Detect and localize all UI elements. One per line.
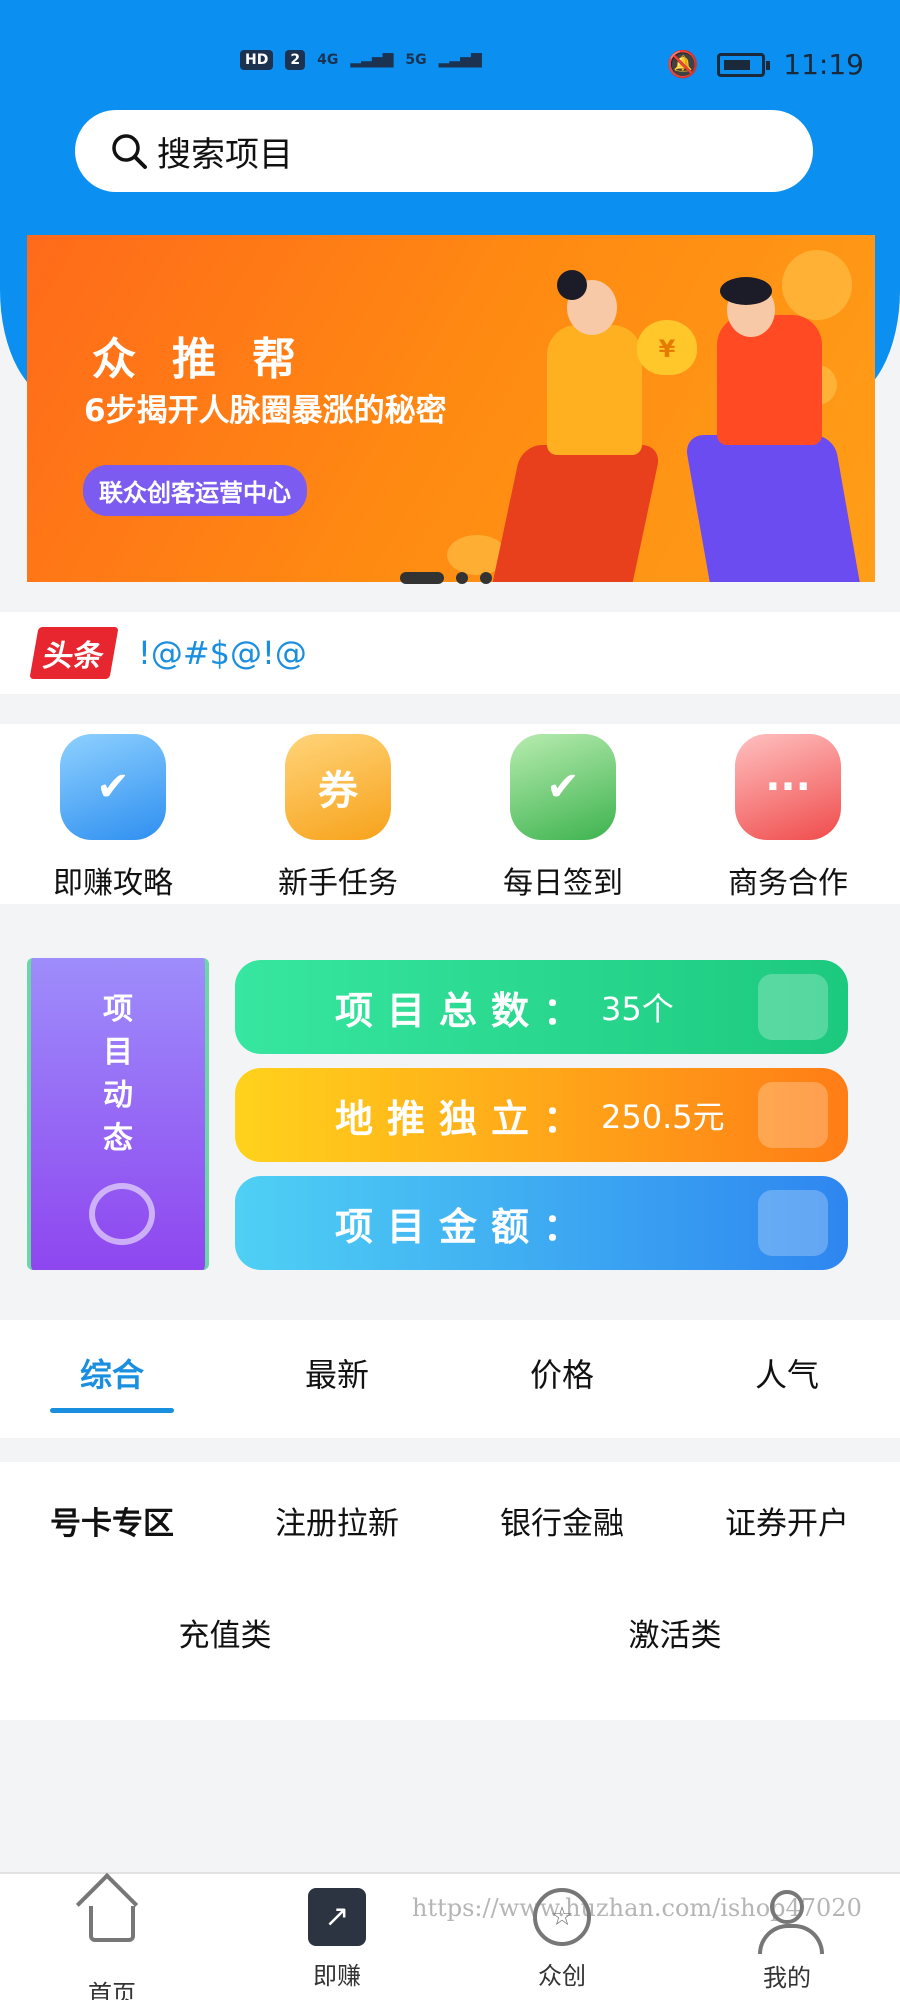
signal-5g-icon: 5G — [405, 52, 427, 68]
headline-tag: 头条 — [29, 627, 119, 679]
home-icon — [83, 1906, 141, 1964]
category-securities[interactable]: 证券开户 — [707, 1498, 867, 1543]
stat-project-amount[interactable]: 项目金额： — [235, 1176, 848, 1270]
project-dynamics-char: 项 — [103, 992, 133, 1027]
category-panel: 号卡专区 注册拉新 银行金融 证券开户 充值类 激活类 — [0, 1462, 900, 1720]
banner-pagination — [400, 572, 492, 584]
banner-title: 众推帮 — [92, 334, 332, 385]
search-icon — [112, 134, 147, 169]
status-right: 🔕 11:19 — [667, 48, 864, 81]
status-left: HD 2 4G ▂▃▅▇ 5G ▂▃▅▇ — [240, 50, 482, 70]
project-dynamics-label: 项目动态 — [31, 988, 205, 1160]
nav-label: 众创 — [538, 1962, 586, 1990]
quick-action-label: 即赚攻略 — [53, 866, 173, 901]
server-icon — [758, 974, 828, 1040]
active-tab-indicator — [50, 1408, 174, 1413]
category-register[interactable]: 注册拉新 — [257, 1498, 417, 1543]
nav-label: 即赚 — [313, 1962, 361, 1990]
stat-value: 35个 — [601, 990, 674, 1028]
figure-illustration — [547, 325, 642, 455]
headline-ticker[interactable]: 头条 !@#$@!@ — [0, 612, 900, 694]
chat-bubble-icon: ··· — [735, 734, 841, 840]
signal-bars-icon-2: ▂▃▅▇ — [438, 52, 482, 68]
dollar-diamond-icon — [758, 1190, 828, 1256]
mute-bell-icon: 🔕 — [666, 49, 700, 80]
sort-tabs: 综合 最新 价格 人气 — [0, 1320, 900, 1438]
project-dynamics-char: 目 — [103, 1035, 133, 1070]
headline-text[interactable]: !@#$@!@ — [138, 634, 307, 672]
figure-illustration — [557, 270, 587, 300]
nav-earn[interactable]: ↗ 即赚 — [277, 1888, 397, 1991]
quick-action-business[interactable]: ··· 商务合作 — [708, 734, 868, 902]
share-icon — [89, 1183, 155, 1245]
banner-badge: 联众创客运营中心 — [83, 465, 307, 516]
promo-banner[interactable]: 众推帮 6步揭开人脉圈暴涨的秘密 联众创客运营中心 ¥ — [27, 235, 875, 582]
stat-label: 地推独立： — [335, 1096, 596, 1141]
tab-comprehensive[interactable]: 综合 — [32, 1350, 192, 1396]
figure-illustration — [720, 277, 772, 305]
project-stats: 项目动态 项目总数： 35个 地推独立： 250.5元 项目金额： — [0, 930, 900, 1310]
sim-indicator: 2 — [285, 50, 306, 70]
battery-icon — [717, 52, 771, 77]
stat-ground-promo[interactable]: 地推独立： 250.5元 — [235, 1068, 848, 1162]
search-input[interactable]: 搜索项目 — [75, 110, 813, 192]
project-dynamics-char: 态 — [103, 1121, 133, 1156]
moneybag-icon: ¥ — [637, 320, 697, 375]
tab-price[interactable]: 价格 — [482, 1350, 642, 1396]
stat-total-projects[interactable]: 项目总数： 35个 — [235, 960, 848, 1054]
stat-label: 项目总数： — [335, 988, 596, 1033]
quick-action-newbie-tasks[interactable]: 券 新手任务 — [258, 734, 418, 902]
tab-latest[interactable]: 最新 — [257, 1350, 417, 1396]
watermark: https://www.huzhan.com/ishop47020 — [412, 1894, 862, 1922]
stat-label: 项目金额： — [335, 1204, 596, 1249]
signal-bars-icon: ▂▃▅▇ — [350, 52, 394, 68]
quick-action-label: 新手任务 — [278, 866, 398, 901]
category-sim-card[interactable]: 号卡专区 — [32, 1498, 192, 1543]
search-placeholder: 搜索项目 — [157, 134, 293, 175]
quick-action-label: 每日签到 — [503, 866, 623, 901]
quick-action-daily-checkin[interactable]: ✔ 每日签到 — [483, 734, 643, 902]
category-recharge[interactable]: 充值类 — [145, 1610, 305, 1655]
quick-action-strategy[interactable]: ✔ 即赚攻略 — [33, 734, 193, 902]
calendar-check-icon: ✔ — [60, 734, 166, 840]
signal-4g-icon: 4G — [317, 52, 339, 68]
figure-illustration — [683, 435, 861, 582]
ticket-scroll-icon: 券 — [285, 734, 391, 840]
category-bank[interactable]: 银行金融 — [482, 1498, 642, 1543]
nav-label: 我的 — [763, 1964, 811, 1992]
coin-decoration — [782, 250, 852, 320]
category-activation[interactable]: 激活类 — [595, 1610, 755, 1655]
figure-illustration — [492, 445, 662, 582]
status-time: 11:19 — [783, 48, 864, 81]
tab-popularity[interactable]: 人气 — [707, 1350, 867, 1396]
hd-indicator: HD — [240, 50, 274, 70]
nav-label: 首页 — [88, 1980, 136, 2000]
banner-subtitle: 6步揭开人脉圈暴涨的秘密 — [84, 393, 447, 429]
quick-actions: ✔ 即赚攻略 券 新手任务 ✔ 每日签到 ··· 商务合作 — [0, 724, 900, 904]
pagination-dot-active[interactable] — [400, 572, 444, 584]
nav-home[interactable]: 首页 — [52, 1888, 172, 2000]
user-add-icon — [758, 1082, 828, 1148]
pagination-dot[interactable] — [480, 572, 492, 584]
bottom-nav: 首页 ↗ 即赚 ☆ 众创 我的 — [0, 1872, 900, 2000]
project-dynamics-card[interactable]: 项目动态 — [27, 958, 209, 1270]
status-bar: HD 2 4G ▂▃▅▇ 5G ▂▃▅▇ 🔕 11:19 — [0, 40, 900, 90]
quick-action-label: 商务合作 — [728, 866, 848, 901]
project-dynamics-char: 动 — [103, 1078, 133, 1113]
badge-check-icon: ✔ — [510, 734, 616, 840]
trend-chart-icon: ↗ — [308, 1888, 366, 1946]
stat-value: 250.5元 — [601, 1098, 725, 1136]
pagination-dot[interactable] — [456, 572, 468, 584]
figure-illustration — [717, 315, 822, 445]
